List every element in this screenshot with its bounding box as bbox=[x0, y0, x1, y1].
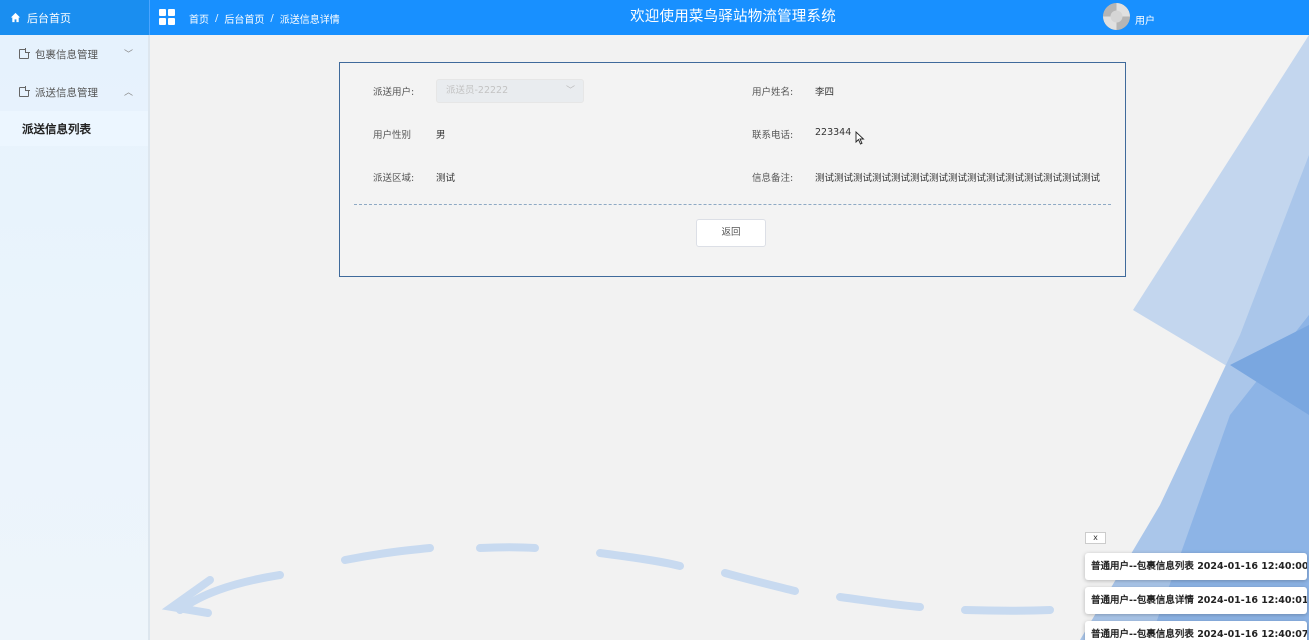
user-gender-value: 男 bbox=[436, 130, 446, 141]
avatar[interactable] bbox=[1103, 3, 1130, 30]
phone-value: 223344 bbox=[815, 127, 852, 138]
remark-value: 测试测试测试测试测试测试测试测试测试测试测试测试测试测试测试 bbox=[815, 173, 1101, 184]
mouse-cursor-icon bbox=[855, 131, 865, 145]
notification-close-button[interactable]: x bbox=[1085, 532, 1106, 544]
sidebar-home-link[interactable]: 后台首页 bbox=[0, 0, 150, 35]
sidebar: 包裹信息管理 ﹀ 派送信息管理 ︿ 派送信息列表 bbox=[0, 35, 150, 640]
home-icon bbox=[10, 12, 21, 23]
delivery-area-value: 测试 bbox=[436, 173, 456, 184]
breadcrumb-dashboard[interactable]: 后台首页 bbox=[224, 11, 264, 26]
notification-item[interactable]: 普通用户--包裹信息列表 2024-01-16 12:40:07 bbox=[1085, 621, 1307, 640]
dashed-divider bbox=[354, 204, 1111, 205]
page-title: 欢迎使用菜鸟驿站物流管理系统 bbox=[630, 9, 836, 25]
remark-label: 信息备注: bbox=[752, 173, 794, 184]
document-icon bbox=[19, 48, 30, 59]
delivery-area-label: 派送区域: bbox=[373, 173, 415, 184]
detail-card: 派送用户: 派送员-22222 ﹀ 用户姓名: 李四 用户性别 男 联系电话: … bbox=[339, 62, 1126, 277]
user-avatar-icon bbox=[1103, 3, 1130, 30]
document-icon bbox=[19, 86, 30, 97]
sidebar-item-delivery-list[interactable]: 派送信息列表 bbox=[0, 111, 148, 146]
breadcrumb-separator: / bbox=[215, 13, 219, 24]
user-name-label: 用户姓名: bbox=[752, 87, 794, 98]
sidebar-group-label: 包裹信息管理 bbox=[35, 48, 98, 61]
delivery-user-label: 派送用户: bbox=[373, 87, 415, 98]
notification-item[interactable]: 普通用户--包裹信息详情 2024-01-16 12:40:01 bbox=[1085, 587, 1307, 614]
sidebar-group-package[interactable]: 包裹信息管理 ﹀ bbox=[0, 35, 148, 73]
user-menu-label[interactable]: 用户 bbox=[1135, 12, 1155, 27]
user-name-value: 李四 bbox=[815, 87, 835, 98]
breadcrumb: 首页 / 后台首页 / 派送信息详情 bbox=[189, 11, 340, 26]
breadcrumb-separator: / bbox=[270, 13, 274, 24]
back-button[interactable]: 返回 bbox=[696, 219, 766, 247]
sidebar-group-label: 派送信息管理 bbox=[35, 86, 98, 99]
sidebar-group-delivery[interactable]: 派送信息管理 ︿ bbox=[0, 73, 148, 111]
home-label: 后台首页 bbox=[27, 11, 71, 25]
phone-label: 联系电话: bbox=[752, 130, 794, 141]
chevron-down-icon: ﹀ bbox=[565, 86, 575, 96]
chevron-up-icon: ︿ bbox=[123, 88, 133, 98]
notification-item[interactable]: 普通用户--包裹信息列表 2024-01-16 12:40:00 bbox=[1085, 553, 1307, 580]
user-gender-label: 用户性别 bbox=[373, 130, 412, 141]
breadcrumb-current: 派送信息详情 bbox=[279, 15, 340, 26]
menu-grid-icon[interactable] bbox=[159, 9, 175, 25]
chevron-down-icon: ﹀ bbox=[123, 50, 133, 60]
breadcrumb-home[interactable]: 首页 bbox=[189, 11, 209, 26]
delivery-user-select[interactable]: 派送员-22222 ﹀ bbox=[436, 79, 584, 103]
delivery-user-value: 派送员-22222 bbox=[446, 85, 509, 96]
